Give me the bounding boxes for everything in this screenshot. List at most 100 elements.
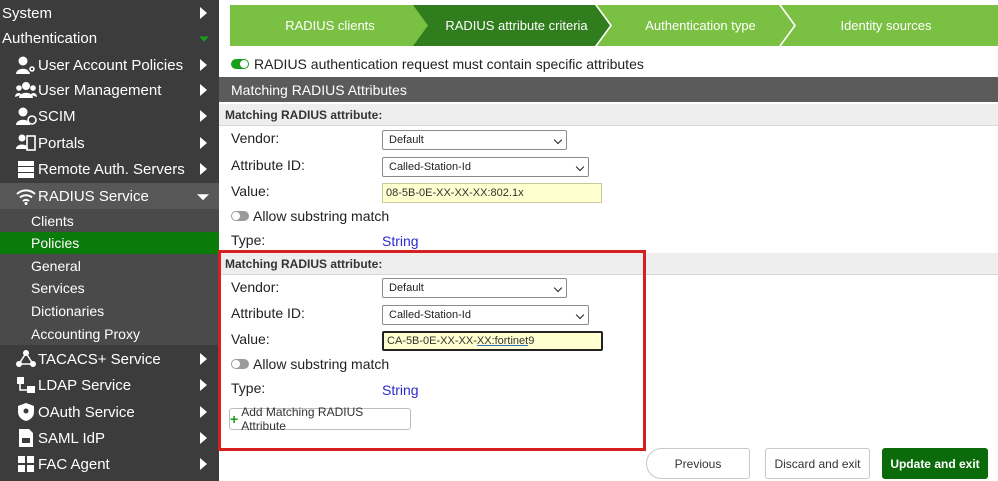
sidebar-item-ldap-service[interactable]: LDAP Service — [0, 373, 219, 397]
chevron-right-icon — [200, 353, 207, 365]
chevron-right-icon — [200, 163, 207, 175]
step-radius-clients[interactable]: RADIUS clients — [230, 5, 430, 46]
sidebar: System Authentication User Account Polic… — [0, 0, 219, 481]
chevron-right-icon — [200, 84, 207, 96]
vendor-select[interactable]: Default — [382, 130, 567, 150]
chevron-right-icon — [200, 432, 207, 444]
vendor-label: Vendor: — [231, 130, 280, 146]
value-label: Value: — [231, 183, 270, 199]
chevron-right-icon — [200, 110, 207, 122]
step-label: Identity sources — [840, 18, 932, 33]
sidebar-item-label: User Management — [38, 81, 162, 99]
sidebar-item-label: User Account Policies — [38, 56, 184, 74]
sidebar-item-tacacs-service[interactable]: TACACS+ Service — [0, 347, 219, 371]
section-title-text: Matching RADIUS Attributes — [231, 81, 407, 98]
sidebar-subitem-clients[interactable]: Clients — [0, 209, 219, 232]
type-label: Type: — [231, 232, 266, 248]
sidebar-subitem-label: Accounting Proxy — [31, 325, 140, 342]
require-attributes-toggle-row: RADIUS authentication request must conta… — [231, 55, 644, 73]
ldap-icon — [14, 375, 38, 395]
sidebar-subitem-accounting-proxy[interactable]: Accounting Proxy — [0, 322, 219, 345]
sidebar-item-label: SCIM — [38, 107, 76, 125]
sidebar-item-label: RADIUS Service — [38, 187, 149, 205]
attribute-id-label: Attribute ID: — [231, 157, 305, 173]
update-button[interactable]: Update and exit — [882, 448, 988, 479]
attribute-block-header-text: Matching RADIUS attribute: — [225, 107, 383, 122]
sidebar-subitem-dictionaries[interactable]: Dictionaries — [0, 299, 219, 322]
discard-button-label: Discard and exit — [774, 456, 861, 471]
substring-match-label: Allow substring match — [253, 208, 390, 224]
chevron-right-icon — [200, 59, 207, 71]
wifi-icon — [14, 186, 38, 206]
wizard-steps: RADIUS clients RADIUS attribute criteria… — [230, 5, 998, 46]
nav-authentication[interactable]: Authentication — [0, 26, 219, 50]
step-label: Authentication type — [645, 18, 756, 33]
previous-button[interactable]: Previous — [646, 448, 750, 479]
chevron-down-icon — [575, 162, 585, 172]
user-sync-icon — [14, 106, 38, 126]
sidebar-item-radius-service[interactable]: RADIUS Service — [0, 183, 219, 209]
chevron-down-icon — [197, 194, 209, 201]
value-input-text: 08-5B-0E-XX-XX-XX:802.1x — [386, 187, 524, 199]
sidebar-item-label: OAuth Service — [38, 403, 135, 421]
previous-button-label: Previous — [674, 456, 722, 471]
chevron-right-icon — [200, 7, 207, 19]
sidebar-item-user-management[interactable]: User Management — [0, 78, 219, 102]
nav-system-label: System — [2, 4, 53, 22]
attribute-block-header: Matching RADIUS attribute: — [219, 104, 998, 126]
step-label: RADIUS attribute criteria — [445, 18, 588, 33]
sidebar-subitem-label: Policies — [31, 235, 80, 251]
shield-icon — [14, 402, 38, 422]
require-attributes-label: RADIUS authentication request must conta… — [254, 56, 644, 72]
step-authentication-type[interactable]: Authentication type — [597, 5, 794, 46]
chevron-down-icon — [199, 36, 209, 42]
chevron-right-icon — [200, 137, 207, 149]
sidebar-subitem-label: Services — [31, 280, 85, 296]
users-icon — [14, 80, 38, 100]
vendor-select-value: Default — [389, 134, 424, 146]
agent-icon — [14, 454, 38, 474]
nav-authentication-label: Authentication — [2, 29, 98, 47]
sidebar-item-user-account-policies[interactable]: User Account Policies — [0, 53, 219, 77]
saml-icon — [14, 428, 38, 448]
sidebar-subitem-label: General — [31, 257, 81, 274]
step-label: RADIUS clients — [285, 18, 375, 33]
substring-match-toggle[interactable] — [231, 211, 249, 221]
value-input[interactable]: 08-5B-0E-XX-XX-XX:802.1x — [382, 183, 602, 203]
substring-match-row: Allow substring match — [231, 207, 389, 225]
sidebar-item-portals[interactable]: Portals — [0, 131, 219, 155]
sidebar-item-oauth-service[interactable]: OAuth Service — [0, 400, 219, 424]
nav-system[interactable]: System — [0, 2, 219, 24]
sidebar-item-fac-agent[interactable]: FAC Agent — [0, 452, 219, 476]
sidebar-item-label: Portals — [38, 134, 85, 152]
section-title: Matching RADIUS Attributes — [219, 77, 998, 102]
sidebar-subitem-label: Dictionaries — [31, 302, 105, 319]
require-attributes-toggle[interactable] — [231, 59, 249, 69]
sidebar-item-saml-idp[interactable]: SAML IdP — [0, 426, 219, 450]
sidebar-item-scim[interactable]: SCIM — [0, 104, 219, 128]
chevron-right-icon — [200, 458, 207, 470]
step-identity-sources[interactable]: Identity sources — [781, 5, 981, 46]
sidebar-item-label: TACACS+ Service — [38, 350, 161, 368]
type-value: String — [382, 233, 419, 249]
update-button-label: Update and exit — [890, 456, 980, 471]
sidebar-item-label: SAML IdP — [38, 429, 105, 447]
sidebar-subitem-services[interactable]: Services — [0, 277, 219, 299]
sidebar-item-remote-auth-servers[interactable]: Remote Auth. Servers — [0, 157, 219, 181]
sidebar-item-label: FAC Agent — [38, 455, 110, 473]
user-gear-icon — [14, 55, 38, 75]
sidebar-subitem-general[interactable]: General — [0, 254, 219, 277]
tacacs-icon — [14, 349, 38, 369]
sidebar-subitem-policies[interactable]: Policies — [0, 232, 219, 254]
step-radius-attribute-criteria[interactable]: RADIUS attribute criteria — [413, 5, 610, 46]
chevron-down-icon — [553, 135, 563, 145]
server-icon — [14, 159, 38, 179]
attribute-id-select[interactable]: Called-Station-Id — [382, 157, 589, 177]
chevron-right-icon — [200, 379, 207, 391]
discard-button[interactable]: Discard and exit — [765, 448, 870, 479]
sidebar-item-label: Remote Auth. Servers — [38, 160, 185, 178]
portal-icon — [14, 133, 38, 153]
chevron-right-icon — [200, 406, 207, 418]
highlight-box — [218, 250, 646, 451]
sidebar-item-label: LDAP Service — [38, 376, 132, 394]
